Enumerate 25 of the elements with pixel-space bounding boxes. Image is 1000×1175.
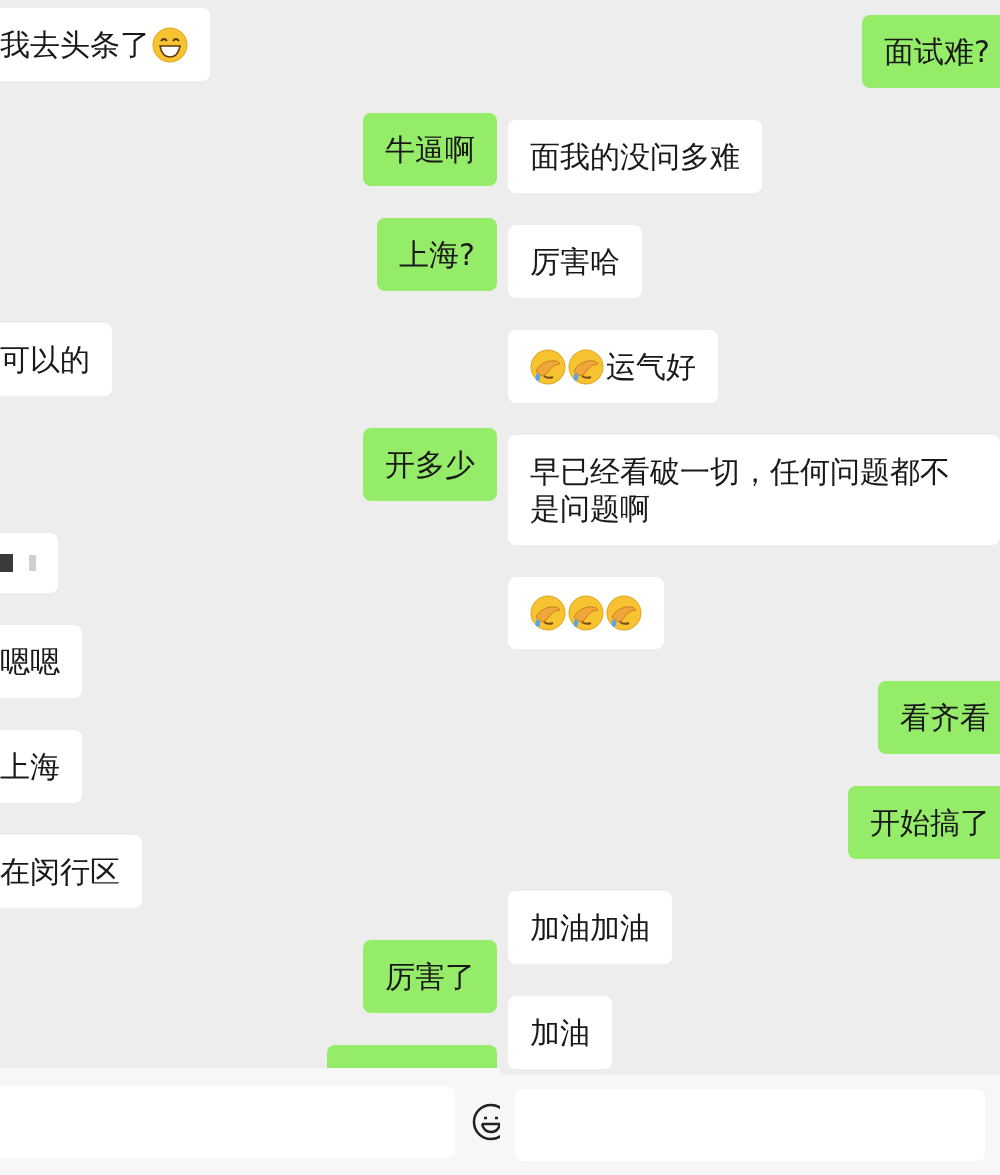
sent-message-bubble: 牛逼啊	[363, 113, 497, 186]
received-message-bubble: 早已经看破一切，任何问题都不是问题啊	[508, 435, 1000, 545]
sent-message-bubble: 开多少	[363, 428, 497, 501]
sent-message-bubble: 面试难?	[862, 15, 1000, 88]
sent-message-bubble: 开始搞了	[848, 786, 1000, 859]
received-message-bubble: 加油加油	[508, 891, 672, 964]
grinning-face-icon	[152, 26, 188, 63]
received-message-bubble: 上海	[0, 730, 82, 803]
received-message-bubble: 可以的	[0, 323, 112, 396]
sent-message-bubble: 厉害了	[363, 940, 497, 1013]
sent-message-bubble: 看齐看	[878, 681, 1000, 754]
facepalm-face-icon	[568, 348, 604, 385]
sent-message-bubble: 上海?	[377, 218, 497, 291]
received-message-bubble: 嗯嗯	[0, 625, 82, 698]
facepalm-face-icon	[606, 595, 642, 631]
received-message-bubble: 加油	[508, 996, 612, 1069]
facepalm-face-icon	[568, 595, 604, 631]
emoji-button[interactable]	[471, 1101, 500, 1142]
received-message-bubble: 面我的没问多难	[508, 120, 762, 193]
received-message-bubble: 在闵行区	[0, 835, 142, 908]
facepalm-face-icon	[530, 348, 566, 385]
message-text: 我去头条了	[0, 26, 150, 63]
facepalm-face-icon	[530, 595, 566, 631]
message-text: 运气好	[606, 348, 696, 385]
received-message-bubble: 厉害哈	[508, 225, 642, 298]
